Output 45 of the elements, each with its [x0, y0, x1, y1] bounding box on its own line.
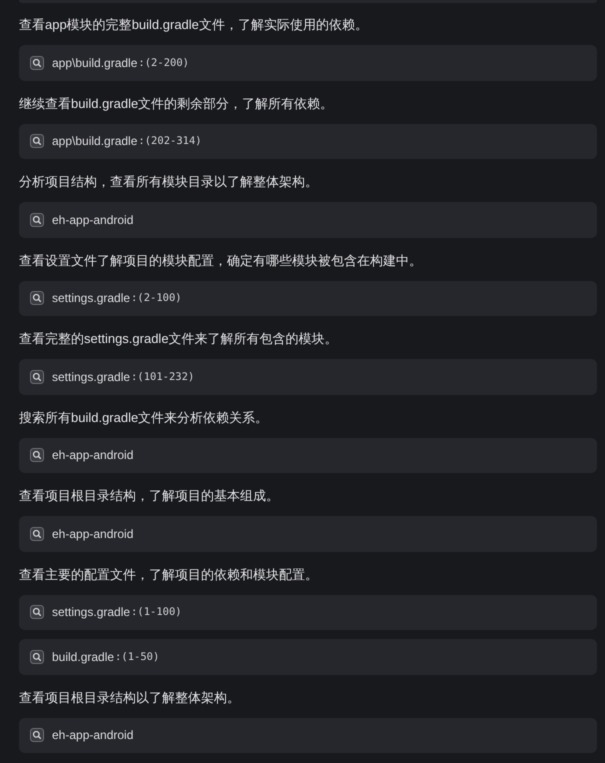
search-icon: [30, 56, 44, 70]
line-range: :(202-314): [138, 135, 202, 148]
step-description: 查看完整的settings.gradle文件来了解所有包含的模块。: [19, 330, 339, 348]
line-range: :(1-50): [115, 650, 160, 663]
search-icon: [30, 605, 44, 620]
step-description: 查看项目根目录结构以了解整体架构。: [19, 688, 241, 706]
step-description: 搜索所有build.gradle文件来分析依赖关系。: [19, 408, 270, 427]
tool-call-card[interactable]: app\build.gradle:(202-314): [19, 124, 597, 159]
file-path: eh-app-android: [52, 728, 134, 742]
search-icon: [30, 212, 44, 227]
step-description: 查看主要的配置文件，了解项目的依赖和模块配置。: [19, 566, 319, 584]
search-icon: [30, 134, 44, 148]
line-range: :(1-100): [131, 606, 182, 618]
tool-call-card[interactable]: eh-app-android: [19, 202, 597, 238]
search-icon: [30, 448, 44, 462]
tool-call-card[interactable]: eh-app-android: [19, 718, 597, 753]
tool-call-card[interactable]: build.gradle:(1-50): [19, 639, 597, 674]
tool-call-card[interactable]: settings.gradle:(1-100): [19, 594, 597, 630]
file-path: app\build.gradle: [52, 134, 138, 148]
step-description: 查看app模块的完整build.gradle文件，了解实际使用的依赖。: [19, 16, 369, 34]
step-description: 分析项目结构，查看所有模块目录以了解整体架构。: [19, 173, 319, 191]
tool-call-card[interactable]: settings.gradle:(101-232): [19, 359, 597, 394]
tool-call-card[interactable]: app\build.gradle:(2-200): [19, 45, 597, 80]
file-path: settings.gradle: [52, 370, 130, 384]
file-path: settings.gradle: [52, 605, 130, 620]
search-icon: [30, 728, 44, 742]
line-range: :(101-232): [131, 370, 194, 383]
file-path: eh-app-android: [52, 448, 134, 462]
file-path: eh-app-android: [52, 212, 134, 227]
line-range: :(2-200): [138, 56, 189, 69]
step-description: 查看设置文件了解项目的模块配置，确定有哪些模块被包含在构建中。: [19, 252, 423, 270]
tool-call-card[interactable]: eh-app-android: [19, 438, 597, 473]
file-path: app\build.gradle: [52, 56, 138, 70]
tool-call-card[interactable]: settings.gradle:(2-100): [19, 280, 597, 316]
file-path: build.gradle: [52, 650, 114, 664]
step-description: 查看项目根目录结构，了解项目的基本组成。: [19, 487, 280, 505]
search-icon: [30, 291, 44, 306]
step-description: 继续查看build.gradle文件的剩余部分，了解所有依赖。: [19, 94, 334, 113]
search-icon: [30, 650, 44, 664]
file-path: settings.gradle: [52, 291, 130, 306]
search-icon: [30, 526, 44, 541]
tool-call-card[interactable]: eh-app-android: [19, 516, 597, 552]
search-icon: [30, 370, 44, 384]
file-path: eh-app-android: [52, 526, 134, 541]
line-range: :(2-100): [131, 292, 182, 304]
